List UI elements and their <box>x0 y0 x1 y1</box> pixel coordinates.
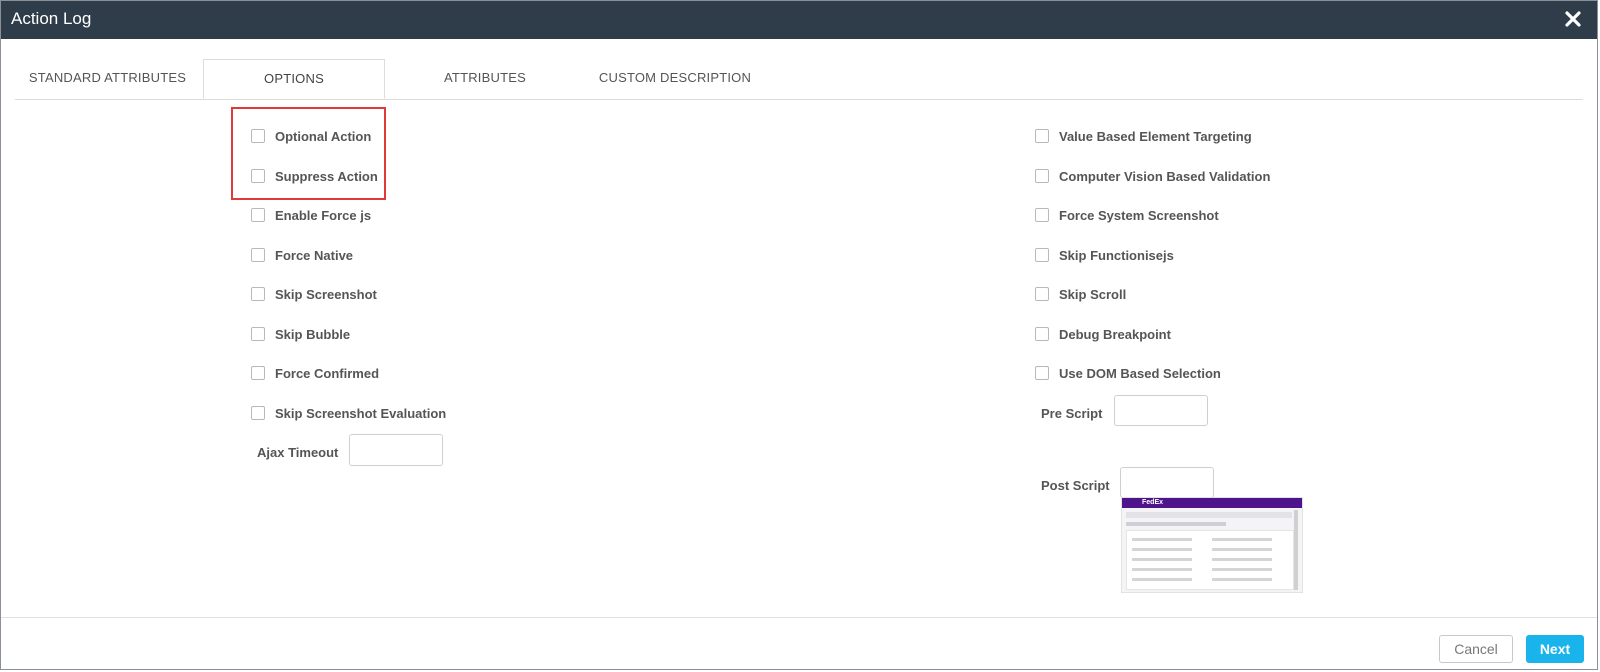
option-computer-vision-based-validation[interactable]: Computer Vision Based Validation <box>1035 165 1270 187</box>
thumbnail-header-bar: FedEx <box>1122 498 1302 508</box>
value-based-element-targeting-checkbox[interactable] <box>1035 129 1049 143</box>
enable-force-js-checkbox[interactable] <box>251 208 265 222</box>
close-icon[interactable] <box>1563 9 1583 29</box>
option-use-dom-based-selection[interactable]: Use DOM Based Selection <box>1035 362 1221 384</box>
post-script-label: Post Script <box>1041 478 1110 493</box>
option-skip-functionisejs[interactable]: Skip Functionisejs <box>1035 244 1174 266</box>
skip-bubble-checkbox[interactable] <box>251 327 265 341</box>
skip-screenshot-checkbox[interactable] <box>251 287 265 301</box>
force-system-screenshot-checkbox[interactable] <box>1035 208 1049 222</box>
cancel-button[interactable]: Cancel <box>1439 635 1513 663</box>
option-label: Force System Screenshot <box>1059 207 1219 223</box>
skip-functionisejs-checkbox[interactable] <box>1035 248 1049 262</box>
skip-screenshot-evaluation-checkbox[interactable] <box>251 406 265 420</box>
tab-bar: STANDARD ATTRIBUTES OPTIONS ATTRIBUTES C… <box>15 59 1583 100</box>
option-force-confirmed[interactable]: Force Confirmed <box>251 362 379 384</box>
option-value-based-element-targeting[interactable]: Value Based Element Targeting <box>1035 125 1252 147</box>
dialog-title: Action Log <box>11 9 92 28</box>
option-label: Computer Vision Based Validation <box>1059 168 1271 184</box>
option-skip-bubble[interactable]: Skip Bubble <box>251 323 350 345</box>
option-label: Skip Screenshot Evaluation <box>275 405 447 421</box>
highlight-box <box>231 107 386 200</box>
next-button[interactable]: Next <box>1526 635 1584 663</box>
pre-script-label: Pre Script <box>1041 406 1103 421</box>
tab-standard-attributes[interactable]: STANDARD ATTRIBUTES <box>15 59 200 98</box>
footer-divider <box>1 617 1597 618</box>
ajax-timeout-label: Ajax Timeout <box>257 445 339 460</box>
post-script-input[interactable] <box>1120 467 1214 498</box>
option-label: Skip Bubble <box>275 326 351 342</box>
option-label: Force Native <box>275 247 354 263</box>
pre-script-input[interactable] <box>1114 395 1208 426</box>
use-dom-based-selection-checkbox[interactable] <box>1035 366 1049 380</box>
title-bar: Action Log <box>1 1 1597 39</box>
ajax-timeout-input[interactable] <box>349 434 443 466</box>
screenshot-thumbnail: FedEx <box>1121 497 1303 593</box>
computer-vision-based-validation-checkbox[interactable] <box>1035 169 1049 183</box>
tab-options[interactable]: OPTIONS <box>203 59 385 99</box>
option-label: Force Confirmed <box>275 365 380 381</box>
option-skip-screenshot[interactable]: Skip Screenshot <box>251 283 377 305</box>
tab-custom-description[interactable]: CUSTOM DESCRIPTION <box>595 59 755 98</box>
option-label: Skip Screenshot <box>275 286 377 302</box>
option-label: Debug Breakpoint <box>1059 326 1171 342</box>
thumbnail-brand: FedEx <box>1142 499 1164 506</box>
option-label: Skip Functionisejs <box>1059 247 1174 263</box>
option-label: Value Based Element Targeting <box>1059 128 1252 144</box>
force-confirmed-checkbox[interactable] <box>251 366 265 380</box>
option-force-system-screenshot[interactable]: Force System Screenshot <box>1035 204 1219 226</box>
debug-breakpoint-checkbox[interactable] <box>1035 327 1049 341</box>
option-debug-breakpoint[interactable]: Debug Breakpoint <box>1035 323 1171 345</box>
option-label: Use DOM Based Selection <box>1059 365 1221 381</box>
option-force-native[interactable]: Force Native <box>251 244 353 266</box>
option-label: Enable Force js <box>275 207 372 223</box>
action-log-dialog: Action Log STANDARD ATTRIBUTES OPTIONS A… <box>0 0 1598 670</box>
option-label: Skip Scroll <box>1059 286 1127 302</box>
force-native-checkbox[interactable] <box>251 248 265 262</box>
option-skip-scroll[interactable]: Skip Scroll <box>1035 283 1126 305</box>
skip-scroll-checkbox[interactable] <box>1035 287 1049 301</box>
tab-attributes[interactable]: ATTRIBUTES <box>435 59 535 98</box>
option-enable-force-js[interactable]: Enable Force js <box>251 204 371 226</box>
option-skip-screenshot-evaluation[interactable]: Skip Screenshot Evaluation <box>251 402 446 424</box>
